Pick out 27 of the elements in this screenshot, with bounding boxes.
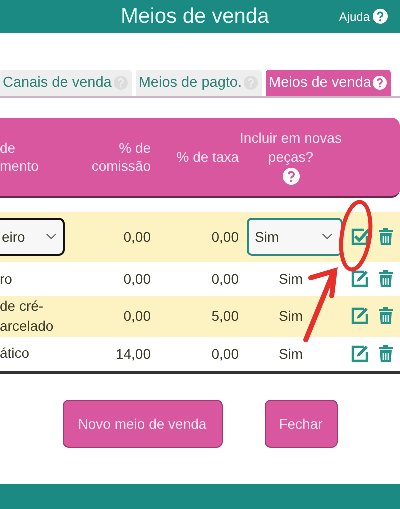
table-cell-text: 5,00 — [210, 308, 239, 324]
table-cell-text: 0,00 — [210, 271, 239, 287]
table-cell-text: de cré- arcelado — [0, 297, 55, 336]
action-button[interactable]: Novo meio de venda — [62, 400, 222, 448]
help-link[interactable]: Ajuda — [339, 10, 370, 24]
table-cell-text: Sim — [278, 271, 304, 287]
table-cell-text: Sim — [278, 346, 304, 362]
table-cell-text: 0,00 — [122, 308, 151, 324]
table-cell-text: Sim — [278, 308, 304, 324]
column-header: % de taxa — [176, 148, 239, 166]
table-cell-text: ro — [0, 270, 14, 289]
column-header: de mento — [0, 138, 40, 176]
select-field[interactable]: eiro — [0, 218, 65, 256]
select-field[interactable]: Sim — [247, 218, 343, 256]
table-cell-text: 14,00 — [114, 346, 151, 362]
table-cell-text: 0,00 — [122, 271, 151, 287]
table-cell-text: 0,00 — [122, 229, 151, 245]
column-header: % de comissão — [90, 138, 151, 176]
page-title: Meios de venda — [121, 4, 270, 28]
table-cell-text: 0,00 — [210, 229, 239, 245]
tab[interactable]: Meios de pagto. — [136, 70, 262, 96]
table-cell-text: ático — [0, 344, 31, 364]
table-cell-text: 0,00 — [210, 346, 239, 362]
tab[interactable]: Meios de venda — [266, 70, 392, 96]
column-header: Incluir em novas peças? — [239, 129, 343, 166]
tab[interactable]: Canais de venda — [0, 70, 132, 96]
action-button[interactable]: Fechar — [264, 400, 338, 448]
